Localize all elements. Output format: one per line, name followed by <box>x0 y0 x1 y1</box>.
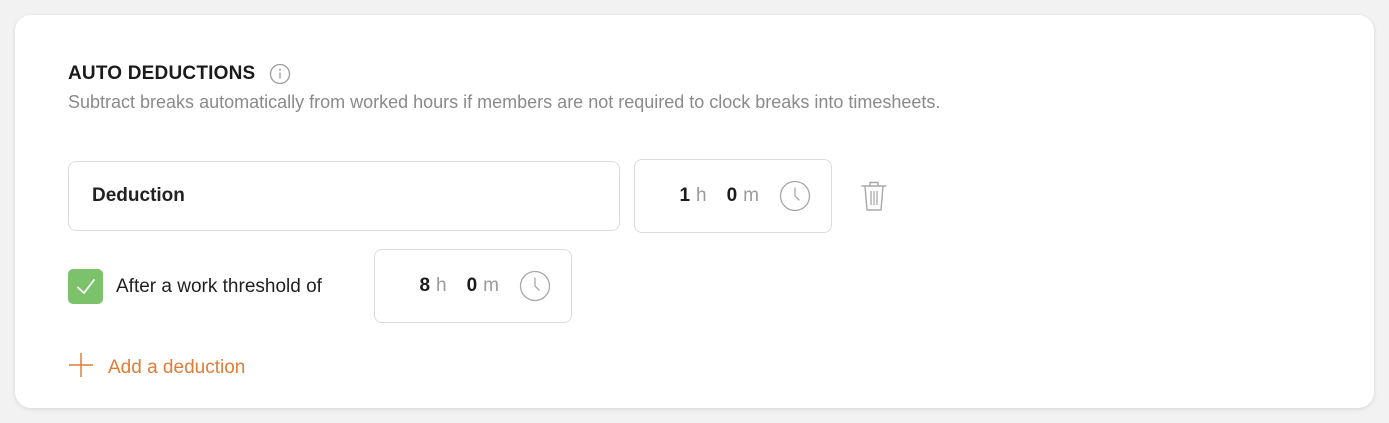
threshold-label: After a work threshold of <box>116 275 322 297</box>
threshold-minutes: 0 <box>466 275 478 296</box>
plus-icon <box>68 352 94 383</box>
threshold-checkbox[interactable] <box>68 269 103 304</box>
trash-icon[interactable] <box>858 179 890 213</box>
hours-unit: h <box>436 275 447 296</box>
section-description: Subtract breaks automatically from worke… <box>68 92 941 112</box>
deduction-duration-field[interactable]: 1 h 0 m <box>634 159 832 233</box>
hours-unit: h <box>696 185 707 206</box>
add-deduction-label: Add a deduction <box>108 356 246 378</box>
section-title: AUTO DEDUCTIONS <box>68 63 256 84</box>
clock-icon[interactable] <box>779 180 811 212</box>
check-icon <box>76 278 95 294</box>
threshold-row: After a work threshold of <box>68 269 322 304</box>
clock-icon[interactable] <box>519 270 551 302</box>
deduction-hours: 1 <box>679 185 691 206</box>
section-header: AUTO DEDUCTIONS <box>68 63 291 85</box>
add-deduction-button[interactable]: Add a deduction <box>68 352 245 383</box>
minutes-unit: m <box>743 185 759 206</box>
deduction-minutes: 0 <box>726 185 738 206</box>
deduction-name-field[interactable]: Deduction <box>68 161 620 231</box>
threshold-duration-field[interactable]: 8 h 0 m <box>374 249 572 323</box>
threshold-hours: 8 <box>419 275 431 296</box>
auto-deductions-card: AUTO DEDUCTIONS Subtract breaks automati… <box>15 15 1374 408</box>
info-icon[interactable] <box>269 63 291 85</box>
minutes-unit: m <box>483 275 499 296</box>
